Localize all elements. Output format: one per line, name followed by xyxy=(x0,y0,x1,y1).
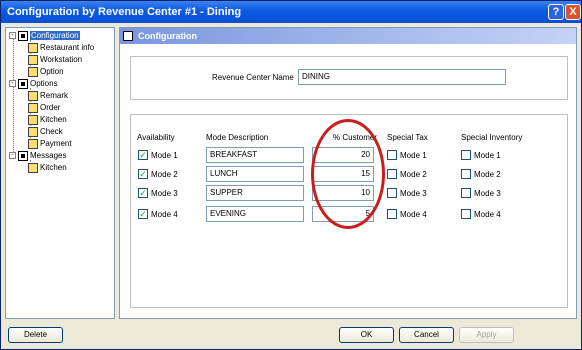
availability-checkbox[interactable]: ✓ xyxy=(138,150,148,160)
folder-icon xyxy=(18,78,28,89)
special-tax-checkbox[interactable] xyxy=(387,188,397,198)
page-icon xyxy=(28,66,38,77)
mode-description-input[interactable]: EVENING xyxy=(206,206,304,222)
delete-button[interactable]: Delete xyxy=(8,327,63,343)
tree-item-check[interactable]: Check xyxy=(28,126,63,138)
tree-item-label: Remark xyxy=(40,91,69,100)
special-inventory-mode-label: Mode 3 xyxy=(474,189,501,198)
special-inventory-mode-label: Mode 4 xyxy=(474,210,501,219)
revenue-center-input[interactable]: DINING xyxy=(298,69,506,85)
page-icon xyxy=(28,42,38,53)
tree-item-label: Option xyxy=(40,67,64,76)
tree-item-messages-kitchen[interactable]: Kitchen xyxy=(28,162,67,174)
special-inventory-checkbox[interactable] xyxy=(461,150,471,160)
mode-description-input[interactable]: SUPPER xyxy=(206,185,304,201)
page-icon xyxy=(28,102,38,113)
mode-description-input[interactable]: LUNCH xyxy=(206,166,304,182)
close-button[interactable]: X xyxy=(565,4,581,20)
special-inventory-checkbox[interactable] xyxy=(461,169,471,179)
title-bar: Configuration by Revenue Center #1 - Din… xyxy=(1,1,581,23)
folder-icon xyxy=(18,30,28,41)
tree-item-label: Workstation xyxy=(40,55,83,64)
availability-header: Availability xyxy=(137,133,175,142)
highlight-ellipse xyxy=(311,119,385,229)
availability-mode-label: Mode 4 xyxy=(151,210,178,219)
tree-item-kitchen[interactable]: Kitchen xyxy=(28,114,67,126)
panel-title: Configuration xyxy=(138,31,197,41)
special-tax-checkbox[interactable] xyxy=(387,209,397,219)
help-button[interactable]: ? xyxy=(548,4,564,20)
tree-item-label: Order xyxy=(40,103,61,112)
special-inventory-mode-label: Mode 2 xyxy=(474,170,501,179)
tree-item-label: Configuration xyxy=(30,31,80,40)
mode-description-input[interactable]: BREAKFAST xyxy=(206,147,304,163)
navigation-tree: - Configuration Restaurant info Workstati… xyxy=(5,27,115,319)
tree-item-options[interactable]: - Options xyxy=(9,78,58,90)
tree-connector xyxy=(13,36,14,154)
tree-item-label: Options xyxy=(30,79,58,88)
tree-item-messages[interactable]: - Messages xyxy=(9,150,66,162)
special-tax-mode-label: Mode 1 xyxy=(400,151,427,160)
collapse-icon[interactable]: - xyxy=(9,152,16,160)
availability-mode-label: Mode 2 xyxy=(151,170,178,179)
ok-button[interactable]: OK xyxy=(339,327,394,343)
tree-item-label: Check xyxy=(40,127,63,136)
configuration-icon xyxy=(123,31,133,41)
tree-item-payment[interactable]: Payment xyxy=(28,138,72,150)
tree-item-order[interactable]: Order xyxy=(28,102,60,114)
availability-checkbox[interactable]: ✓ xyxy=(138,169,148,179)
availability-mode-label: Mode 3 xyxy=(151,189,178,198)
tree-item-configuration[interactable]: - Configuration xyxy=(9,30,80,42)
tree-item-label: Kitchen xyxy=(40,163,67,172)
apply-button[interactable]: Apply xyxy=(459,327,514,343)
tree-item-label: Payment xyxy=(40,139,72,148)
page-icon xyxy=(28,114,38,125)
tree-item-restaurant-info[interactable]: Restaurant info xyxy=(28,42,94,54)
special-inventory-checkbox[interactable] xyxy=(461,188,471,198)
page-icon xyxy=(28,54,38,65)
special-tax-checkbox[interactable] xyxy=(387,169,397,179)
availability-checkbox[interactable]: ✓ xyxy=(138,209,148,219)
configuration-window: Configuration by Revenue Center #1 - Din… xyxy=(0,0,582,350)
special-tax-mode-label: Mode 2 xyxy=(400,170,427,179)
tree-item-workstation[interactable]: Workstation xyxy=(28,54,82,66)
special-inventory-mode-label: Mode 1 xyxy=(474,151,501,160)
special-tax-checkbox[interactable] xyxy=(387,150,397,160)
special-tax-mode-label: Mode 3 xyxy=(400,189,427,198)
window-title: Configuration by Revenue Center #1 - Din… xyxy=(7,6,242,18)
mode-description-header: Mode Description xyxy=(206,133,269,142)
tree-item-label: Kitchen xyxy=(40,115,67,124)
panel-header: Configuration xyxy=(120,28,576,44)
tree-item-option[interactable]: Option xyxy=(28,66,64,78)
page-icon xyxy=(28,162,38,173)
tree-item-label: Restaurant info xyxy=(40,43,95,52)
page-icon xyxy=(28,90,38,101)
availability-checkbox[interactable]: ✓ xyxy=(138,188,148,198)
tree-item-label: Messages xyxy=(30,151,67,160)
folder-icon xyxy=(18,150,28,161)
availability-mode-label: Mode 1 xyxy=(151,151,178,160)
special-inventory-header: Special Inventory xyxy=(461,133,523,142)
page-icon xyxy=(28,126,38,137)
special-tax-mode-label: Mode 4 xyxy=(400,210,427,219)
special-inventory-checkbox[interactable] xyxy=(461,209,471,219)
page-icon xyxy=(28,138,38,149)
tree-item-remark[interactable]: Remark xyxy=(28,90,68,102)
cancel-button[interactable]: Cancel xyxy=(399,327,454,343)
special-tax-header: Special Tax xyxy=(387,133,428,142)
collapse-icon[interactable]: - xyxy=(9,32,16,40)
revenue-center-label: Revenue Center Name xyxy=(212,73,294,82)
collapse-icon[interactable]: - xyxy=(9,80,16,88)
